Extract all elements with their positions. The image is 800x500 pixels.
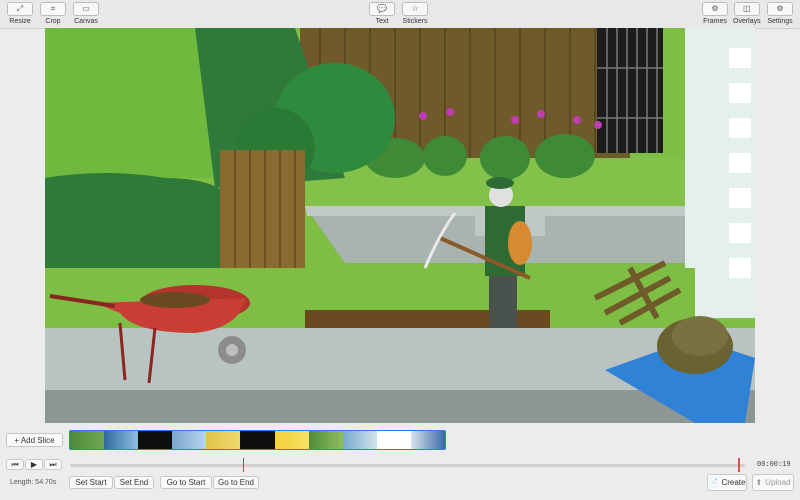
upload-icon: ⬆ (755, 478, 763, 487)
film-frame (342, 431, 377, 449)
overlays-label: Overlays (733, 18, 761, 25)
settings-button[interactable]: ⚙ Settings (767, 2, 793, 26)
gear-icon: ⚙ (767, 2, 793, 16)
crop-label: Crop (45, 18, 61, 25)
slice-start-marker[interactable] (243, 458, 244, 472)
film-frame (138, 431, 173, 449)
document-icon: 📄 (708, 478, 719, 487)
upload-label: Upload (765, 478, 791, 487)
frames-button[interactable]: ⚙ Frames (702, 2, 728, 26)
skip-forward-button[interactable]: ⏭ (44, 459, 62, 470)
length-label: Length: 54.70s (10, 479, 57, 486)
film-frame (172, 431, 207, 449)
settings-label: Settings (767, 18, 793, 25)
star-icon: ☆ (402, 2, 428, 16)
film-frame (206, 431, 241, 449)
film-frame (240, 431, 275, 449)
speech-bubble-icon: 💬 (369, 2, 395, 16)
canvas-button[interactable]: ▭ Canvas (73, 2, 99, 26)
go-to-start-button[interactable]: Go to Start (160, 476, 212, 489)
resize-button[interactable]: ⤢ Resize (7, 2, 33, 26)
canvas-icon: ▭ (73, 2, 99, 16)
slice-end-marker[interactable] (738, 458, 740, 472)
overlays-icon: ◫ (733, 2, 760, 16)
film-frame (376, 431, 411, 449)
top-toolbar: ⤢ Resize ⌗ Crop ▭ Canvas 💬 Text ☆ Sticke… (0, 0, 800, 29)
video-preview[interactable] (45, 28, 755, 423)
overlays-button[interactable]: ◫ Overlays (733, 2, 761, 26)
play-icon: ▶ (30, 460, 38, 469)
film-frame (104, 431, 139, 449)
text-button[interactable]: 💬 Text (369, 2, 395, 26)
film-frame (70, 431, 105, 449)
preview-scene (45, 28, 755, 423)
time-display: 00:00:19 (757, 461, 791, 469)
create-label: Create (721, 478, 746, 487)
film-frame (410, 431, 445, 449)
canvas-label: Canvas (74, 18, 98, 25)
resize-icon: ⤢ (7, 2, 33, 16)
play-button[interactable]: ▶ (25, 459, 43, 470)
film-frame (308, 431, 343, 449)
resize-label: Resize (9, 18, 31, 25)
crop-icon: ⌗ (40, 2, 66, 16)
frames-icon: ⚙ (702, 2, 728, 16)
timeline-track[interactable] (70, 464, 745, 467)
upload-button[interactable]: ⬆ Upload (752, 474, 794, 491)
skip-back-button[interactable]: ⏮ (6, 459, 24, 470)
go-to-end-button[interactable]: Go to End (213, 476, 259, 489)
filmstrip[interactable] (69, 430, 446, 450)
skip-forward-icon: ⏭ (49, 459, 57, 469)
film-frame (274, 431, 309, 449)
set-start-button[interactable]: Set Start (69, 476, 113, 489)
skip-back-icon: ⏮ (11, 459, 19, 469)
set-end-button[interactable]: Set End (114, 476, 154, 489)
add-slice-button[interactable]: + Add Slice (6, 433, 63, 447)
stickers-label: Stickers (402, 18, 428, 25)
create-button[interactable]: 📄 Create (707, 474, 747, 491)
crop-button[interactable]: ⌗ Crop (40, 2, 66, 26)
frames-label: Frames (703, 18, 727, 25)
stickers-button[interactable]: ☆ Stickers (402, 2, 428, 26)
text-label: Text (375, 18, 389, 25)
